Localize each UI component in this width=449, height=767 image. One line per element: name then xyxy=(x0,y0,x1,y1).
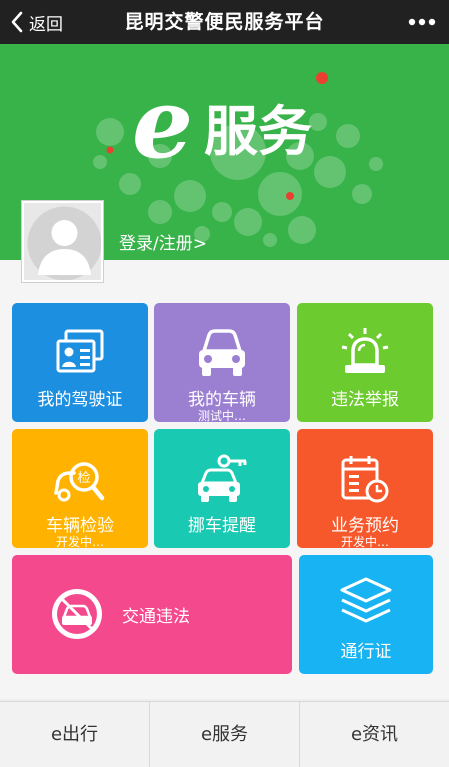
tile-label: 违法举报 xyxy=(331,390,399,410)
page-title: 昆明交警便民服务平台 xyxy=(124,11,325,33)
tile-violation-report[interactable]: 违法举报 xyxy=(297,303,433,422)
tile-status: 测试中… xyxy=(197,409,246,422)
inspection-magnifier-icon: 检 xyxy=(54,462,105,502)
driver-license-icon xyxy=(56,329,104,373)
tile-business-appointment[interactable]: 业务预约 开发中… xyxy=(297,429,433,548)
tile-label: 通行证 xyxy=(340,642,392,662)
tile-label: 我的驾驶证 xyxy=(37,390,123,410)
chevron-left-icon xyxy=(11,11,23,33)
tile-my-driver-license[interactable]: 我的驾驶证 xyxy=(12,303,148,422)
tile-status: 开发中… xyxy=(55,535,104,548)
car-front-icon xyxy=(199,329,245,376)
tab-e-news[interactable]: e资讯 xyxy=(300,702,449,767)
brand-e-letter: e xyxy=(132,67,194,180)
tab-e-service[interactable]: e服务 xyxy=(150,702,300,767)
brand-service-text: 服务 xyxy=(204,100,312,163)
tab-e-travel[interactable]: e出行 xyxy=(0,702,150,767)
tile-status: 开发中… xyxy=(340,535,389,548)
avatar[interactable] xyxy=(22,201,103,282)
tile-my-vehicle[interactable]: 我的车辆 测试中… xyxy=(154,303,290,422)
user-silhouette-icon xyxy=(24,203,101,280)
back-button[interactable]: 返回 xyxy=(10,8,63,36)
tile-traffic-violation[interactable]: 交通违法 xyxy=(12,555,292,674)
calendar-clock-icon xyxy=(341,456,389,503)
top-nav-bar: 返回 昆明交警便民服务平台 xyxy=(0,0,449,44)
tile-move-car-reminder[interactable]: 挪车提醒 xyxy=(154,429,290,548)
tile-label: 交通违法 xyxy=(122,607,190,627)
tile-vehicle-inspection[interactable]: 检 车辆检验 开发中… xyxy=(12,429,148,548)
more-options-icon[interactable] xyxy=(407,10,437,34)
siren-icon xyxy=(341,328,389,373)
svg-text:检: 检 xyxy=(77,471,90,486)
no-car-icon xyxy=(52,589,102,639)
login-register-link[interactable]: 登录/注册> xyxy=(119,229,207,254)
bottom-tab-bar: e出行 e服务 e资讯 xyxy=(0,701,449,767)
tile-label: 挪车提醒 xyxy=(188,516,256,536)
back-label: 返回 xyxy=(29,14,63,35)
layers-icon xyxy=(340,577,392,623)
tile-pass-permit[interactable]: 通行证 xyxy=(299,555,433,674)
car-key-icon xyxy=(198,454,247,502)
